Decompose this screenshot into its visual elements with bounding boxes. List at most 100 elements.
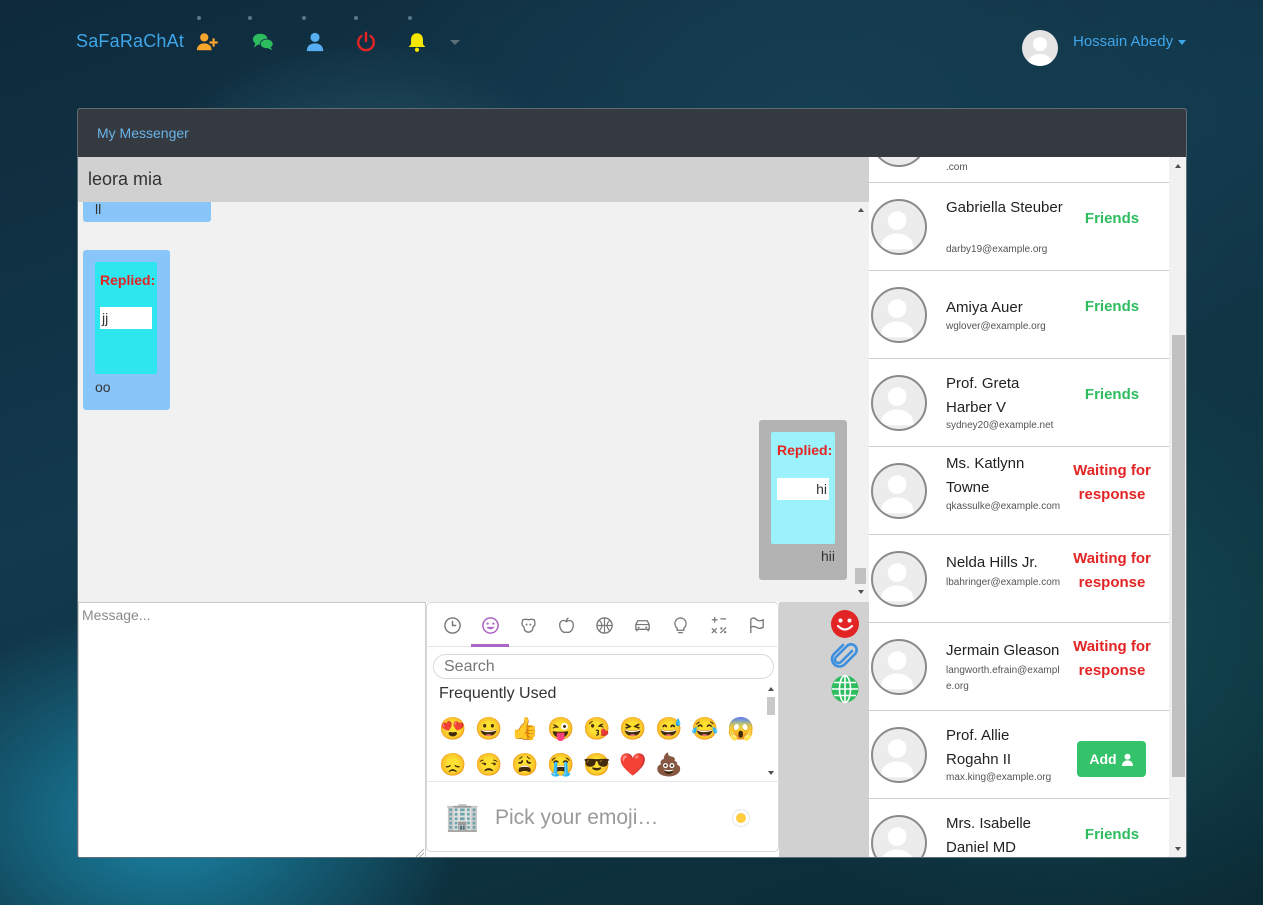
globe-icon[interactable] [830,674,860,704]
food-icon[interactable] [556,615,576,635]
chat-header: leora mia [78,157,869,202]
add-friend-button[interactable]: Add [1077,741,1146,777]
contact-item[interactable]: Mrs. Isabelle Daniel MD Friends [869,799,1169,857]
emoji-item[interactable]: 😀 [471,711,507,747]
replied-label: Replied: [100,272,156,288]
contact-email: langworth.efrain@example.org [946,665,1060,692]
emoji-item[interactable]: 😩 [507,747,543,783]
message-scrollbar[interactable] [853,202,868,602]
emoji-item[interactable]: 💩 [651,747,687,783]
symbols-icon[interactable] [708,615,728,635]
reply-quote: Replied: jj [95,262,157,374]
emoji-item[interactable]: 😒 [471,747,507,783]
brand-logo[interactable]: SaFaRaChAt [76,31,184,52]
contact-avatar [871,815,927,857]
scrollbar-thumb[interactable] [855,568,866,584]
emoji-item[interactable]: 👍 [507,711,543,747]
message-bubble-own[interactable]: Replied: hi hii [759,420,847,580]
contacts-scrollbar[interactable] [1169,157,1186,857]
emoji-item[interactable]: 😱 [723,711,759,747]
emoji-item[interactable]: 😘 [579,711,615,747]
scroll-down-icon[interactable] [858,590,864,594]
attachment-icon[interactable] [830,642,860,672]
user-avatar[interactable] [1022,30,1058,66]
user-menu-name[interactable]: Hossain Abedy [1073,33,1173,50]
message-bubble[interactable]: ll [83,202,211,222]
contact-item[interactable]: Prof. Greta Harber V sydney20@example.ne… [869,359,1169,447]
activity-icon[interactable] [594,615,614,635]
nav-indicator-dot [408,16,412,20]
nav-indicator-dot [248,16,252,20]
contact-email: lbahringer@example.com [946,577,1061,588]
contact-avatar [871,199,927,255]
scroll-down-icon[interactable] [768,771,774,775]
user-menu-caret-icon[interactable] [1178,40,1186,45]
messenger-title: My Messenger [97,125,189,141]
replied-label: Replied: [777,442,833,458]
contact-email: wglover@example.org [946,321,1046,332]
emoji-item[interactable]: 😜 [543,711,579,747]
contact-item[interactable]: Jermain Gleason langworth.efrain@example… [869,623,1169,711]
travel-icon[interactable] [632,615,652,635]
message-bubble[interactable]: Replied: jj oo [83,250,170,410]
emoji-item[interactable]: 😭 [543,747,579,783]
emoji-item[interactable]: 😎 [579,747,615,783]
chat-icon[interactable] [252,31,274,53]
power-icon[interactable] [355,31,377,53]
emoji-icon[interactable] [830,609,860,639]
contact-name: Gabriella Steuber [946,199,1063,216]
emoji-item[interactable]: ❤️ [615,747,651,783]
contact-avatar [871,287,927,343]
contact-item[interactable]: Ms. Katlynn Towne qkassulke@example.com … [869,447,1169,535]
emoji-item[interactable]: 😂 [687,711,723,747]
emoji-scrollbar[interactable] [764,683,778,779]
contact-email: max.king@example.org [946,772,1052,783]
message-input[interactable] [79,603,425,857]
preview-emoji: 🏢 [445,801,480,832]
contact-item[interactable]: Nelda Hills Jr. lbahringer@example.com W… [869,535,1169,623]
emoji-item[interactable]: 😆 [615,711,651,747]
message-text: hii [820,548,835,564]
skin-tone-selector[interactable] [733,810,749,826]
message-text: ll [95,202,102,217]
scroll-up-icon[interactable] [858,208,864,212]
emoji-category-bar [427,603,780,647]
contact-item[interactable]: .com [869,157,1169,183]
contact-name: Jermain Gleason [946,642,1060,659]
message-tools [779,602,869,857]
contact-item[interactable]: Amiya Auer wglover@example.org Friends [869,271,1169,359]
scrollbar-thumb[interactable] [767,697,775,715]
friend-status: Waiting for response [1073,462,1151,503]
emoji-search-input[interactable] [434,655,773,678]
notifications-caret-icon[interactable] [450,40,460,45]
message-input-wrapper [78,602,426,857]
emoji-item[interactable]: 😞 [435,747,471,783]
nav-indicator-dot [197,16,201,20]
animals-icon[interactable] [518,615,538,635]
add-button-label: Add [1089,751,1117,767]
message-list[interactable]: ll Replied: jj oo Replied: hi hii [78,202,869,602]
chat-partner-name: leora mia [88,169,163,189]
scrollbar-thumb[interactable] [1172,335,1185,777]
contact-avatar [871,463,927,519]
message-text: oo [95,379,111,395]
emoji-item[interactable]: 😅 [651,711,687,747]
bell-icon[interactable] [406,31,428,53]
contact-item[interactable]: Prof. Allie Rogahn II max.king@example.o… [869,711,1169,799]
emoji-preview: 🏢 Pick your emoji… [427,781,780,853]
resize-handle[interactable] [416,849,424,857]
scroll-up-icon[interactable] [768,687,774,691]
scroll-down-icon[interactable] [1175,847,1181,851]
contact-item[interactable]: Gabriella Steuber darby19@example.org Fr… [869,183,1169,271]
flags-icon[interactable] [746,615,766,635]
emoji-item[interactable]: 😍 [435,711,471,747]
contact-avatar [871,157,927,167]
smileys-icon[interactable] [480,615,500,635]
contact-list[interactable]: .com Gabriella Steuber darby19@example.o… [869,157,1186,857]
profile-icon[interactable] [304,31,326,53]
add-friend-icon[interactable] [196,31,218,53]
scroll-up-icon[interactable] [1175,164,1181,168]
contact-name: Prof. Greta Harber V [946,375,1020,416]
objects-icon[interactable] [670,615,690,635]
recent-icon[interactable] [442,615,462,635]
